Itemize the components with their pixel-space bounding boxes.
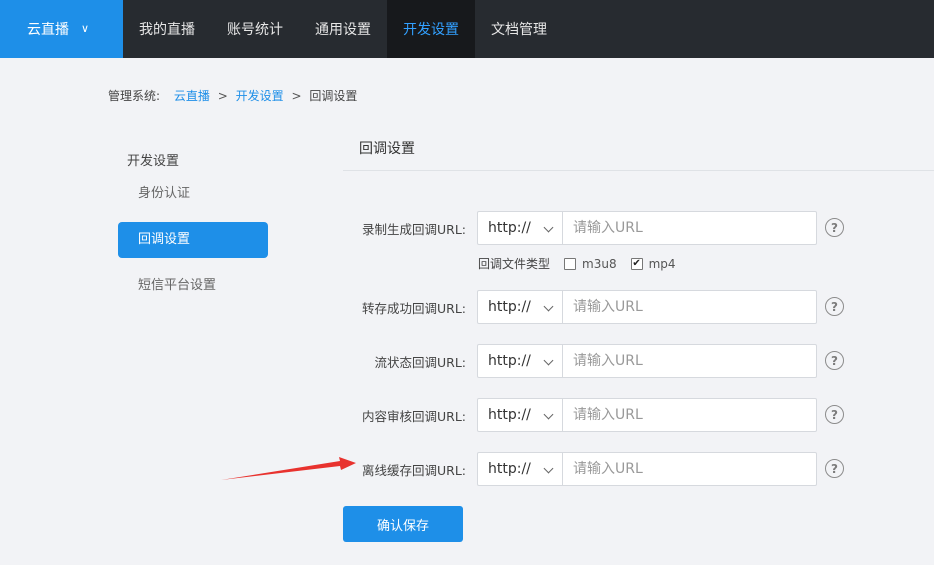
red-arrow-annotation	[221, 457, 356, 480]
annotation-arrow-shape	[221, 457, 356, 480]
